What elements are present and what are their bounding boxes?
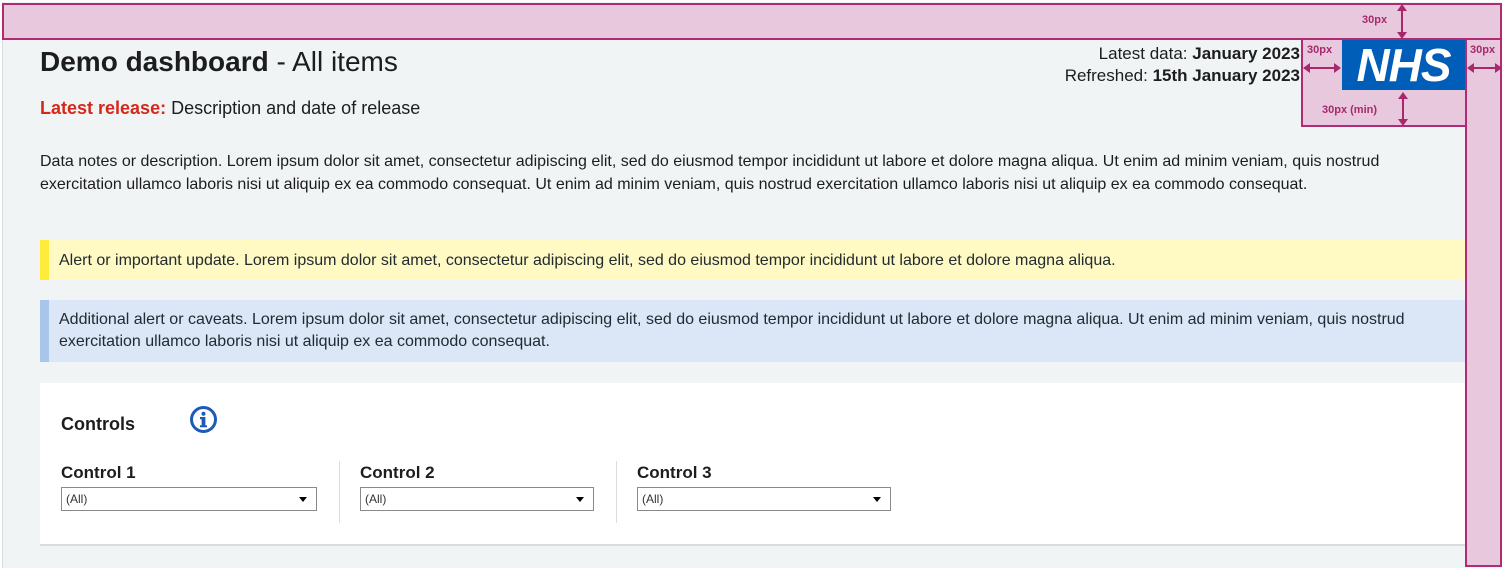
nhs-logo-text: NHS xyxy=(1356,39,1451,91)
control-3: Control 3 (All) xyxy=(637,463,891,511)
latest-data-label: Latest data: xyxy=(1098,44,1193,63)
refreshed-value: 15th January 2023 xyxy=(1152,66,1300,85)
latest-release: Latest release: Description and date of … xyxy=(40,98,420,119)
logo-below-gap-arrow xyxy=(1402,97,1404,121)
refreshed-label: Refreshed: xyxy=(1064,66,1153,85)
arrow-down-icon xyxy=(1397,32,1407,39)
latest-data-value: January 2023 xyxy=(1192,44,1300,63)
page-title-suffix: - All items xyxy=(268,46,398,77)
control-1: Control 1 (All) xyxy=(61,463,317,511)
chevron-down-icon xyxy=(873,497,881,502)
page-title: Demo dashboard - All items xyxy=(40,46,398,78)
right-margin-annotation xyxy=(1465,40,1502,567)
arrow-left-icon xyxy=(1467,63,1474,73)
arrow-up-icon xyxy=(1397,4,1407,11)
logo-left-gap-arrow xyxy=(1308,67,1336,69)
data-notes: Data notes or description. Lorem ipsum d… xyxy=(40,153,1380,193)
latest-data-line: Latest data: January 2023 xyxy=(1065,43,1300,65)
arrow-right-icon xyxy=(1334,63,1341,73)
controls-title: Controls xyxy=(61,414,135,434)
control-3-label: Control 3 xyxy=(637,463,712,482)
control-2-label: Control 2 xyxy=(360,463,435,482)
data-meta: Latest data: January 2023 Refreshed: 15t… xyxy=(1065,43,1300,87)
control-divider xyxy=(616,461,617,523)
control-3-select[interactable]: (All) xyxy=(637,487,891,511)
important-alert: Alert or important update. Lorem ipsum d… xyxy=(40,240,1465,280)
page-title-bold: Demo dashboard xyxy=(40,46,269,77)
chevron-down-icon xyxy=(299,497,307,502)
arrow-up-icon xyxy=(1398,92,1408,99)
control-1-value: (All) xyxy=(66,492,88,506)
logo-below-gap-label: 30px (min) xyxy=(1322,104,1378,116)
important-alert-text: Alert or important update. Lorem ipsum d… xyxy=(59,252,1116,269)
latest-release-label: Latest release: xyxy=(40,98,167,118)
logo-left-gap-label: 30px xyxy=(1307,44,1333,56)
chevron-down-icon xyxy=(576,497,584,502)
control-divider xyxy=(339,461,340,523)
refreshed-line: Refreshed: 15th January 2023 xyxy=(1065,65,1300,87)
top-margin-label: 30px xyxy=(1362,14,1388,26)
controls-panel: Controls Control 1 (All) Control 2 (All)… xyxy=(40,383,1465,546)
latest-release-text: Description and date of release xyxy=(166,98,421,118)
nhs-logo: NHS xyxy=(1342,40,1465,90)
top-margin-annotation xyxy=(2,3,1502,40)
control-1-select[interactable]: (All) xyxy=(61,487,317,511)
control-1-label: Control 1 xyxy=(61,463,136,482)
caveats-alert: Additional alert or caveats. Lorem ipsum… xyxy=(40,300,1465,362)
arrow-down-icon xyxy=(1398,119,1408,126)
caveats-alert-text: Additional alert or caveats. Lorem ipsum… xyxy=(59,311,1405,350)
arrow-right-icon xyxy=(1495,63,1502,73)
control-3-value: (All) xyxy=(642,492,664,506)
control-2-value: (All) xyxy=(365,492,387,506)
right-margin-arrow xyxy=(1472,67,1497,69)
right-margin-label: 30px xyxy=(1470,44,1496,56)
arrow-left-icon xyxy=(1303,63,1310,73)
info-circle-icon[interactable] xyxy=(189,405,218,434)
control-2-select[interactable]: (All) xyxy=(360,487,594,511)
control-2: Control 2 (All) xyxy=(360,463,594,511)
